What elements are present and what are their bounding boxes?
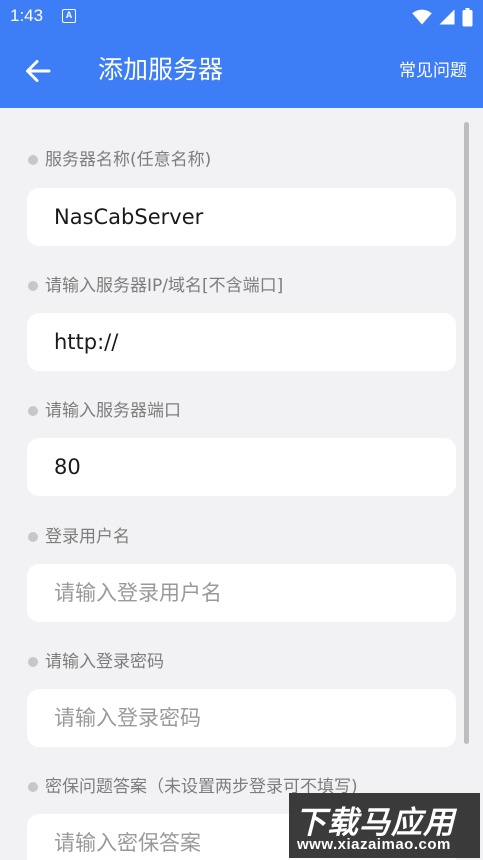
form-content: 服务器名称(任意名称) 请输入服务器IP/域名[不含端口] 请输入服务器端口 登… <box>0 108 483 860</box>
watermark-url: www.xiazaimao.com <box>297 836 451 853</box>
password-input[interactable] <box>27 689 456 747</box>
server-address-input[interactable] <box>27 313 456 371</box>
server-port-label: 请输入服务器端口 <box>28 400 181 422</box>
bullet-dot-icon <box>28 155 38 165</box>
bullet-dot-icon <box>28 281 38 291</box>
server-port-label-text: 请输入服务器端口 <box>45 401 181 421</box>
username-input[interactable] <box>27 564 456 622</box>
back-button[interactable] <box>18 53 58 89</box>
password-label: 请输入登录密码 <box>28 651 164 673</box>
server-address-label-text: 请输入服务器IP/域名[不含端口] <box>45 276 284 296</box>
battery-icon <box>462 7 473 26</box>
notification-icon: A <box>62 9 76 23</box>
status-icons <box>412 7 473 27</box>
password-label-text: 请输入登录密码 <box>45 652 164 672</box>
bullet-dot-icon <box>28 406 38 416</box>
watermark: 下载马应用 www.xiazaimao.com <box>289 793 480 858</box>
server-address-label: 请输入服务器IP/域名[不含端口] <box>28 275 283 297</box>
server-name-label: 服务器名称(任意名称) <box>28 149 211 171</box>
username-label: 登录用户名 <box>28 526 130 548</box>
faq-link[interactable]: 常见问题 <box>399 58 467 84</box>
server-port-input[interactable] <box>27 438 456 496</box>
server-name-label-text: 服务器名称(任意名称) <box>45 150 212 170</box>
wifi-icon <box>412 9 432 25</box>
arrow-left-icon <box>26 60 51 82</box>
status-bar: 1:43 A <box>0 0 483 34</box>
page-title: 添加服务器 <box>98 55 224 84</box>
username-label-text: 登录用户名 <box>45 527 130 547</box>
scrollbar[interactable] <box>464 122 469 744</box>
status-time: 1:43 <box>10 6 44 25</box>
bullet-dot-icon <box>28 782 38 792</box>
bullet-dot-icon <box>28 657 38 667</box>
server-name-input[interactable] <box>27 188 456 246</box>
bullet-dot-icon <box>28 532 38 542</box>
app-bar: 添加服务器 常见问题 <box>0 34 483 108</box>
cell-signal-icon <box>439 9 455 25</box>
